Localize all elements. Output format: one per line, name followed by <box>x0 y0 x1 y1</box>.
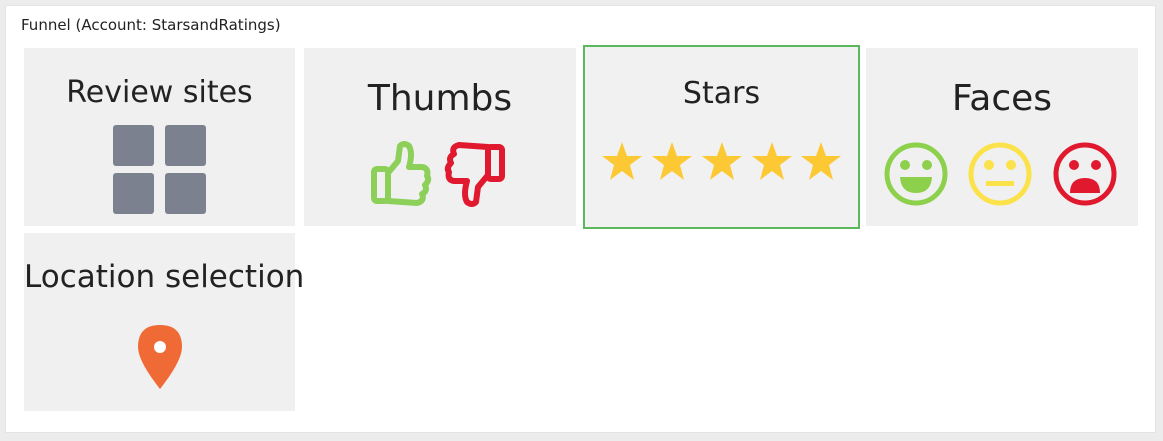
panel-title: Funnel (Account: StarsandRatings) <box>21 16 281 34</box>
happy-face-icon <box>884 142 948 206</box>
tile-label-location-selection: Location selection <box>24 259 305 295</box>
star-icon <box>652 142 692 180</box>
tile-label-review-sites: Review sites <box>66 75 253 110</box>
grid-icon <box>113 125 206 214</box>
thumbs-up-icon <box>371 141 432 206</box>
funnel-panel: Funnel (Account: StarsandRatings) Review… <box>5 5 1156 433</box>
tile-label-thumbs: Thumbs <box>367 78 513 119</box>
tile-label-faces: Faces <box>951 78 1053 119</box>
tile-location-selection[interactable]: Location selection <box>24 233 305 411</box>
star-icon <box>702 142 742 180</box>
tile-faces[interactable]: Faces <box>866 48 1138 226</box>
tile-thumbs[interactable]: Thumbs <box>304 48 576 226</box>
star-icon <box>752 142 792 180</box>
map-pin-icon <box>138 325 182 389</box>
neutral-face-icon <box>968 142 1032 206</box>
tile-stars[interactable]: Stars <box>583 45 860 229</box>
tile-label-stars: Stars <box>682 76 761 111</box>
sad-face-icon <box>1053 142 1117 206</box>
star-icon <box>602 142 642 180</box>
tile-review-sites[interactable]: Review sites <box>24 48 295 226</box>
star-icon <box>801 142 841 180</box>
stars-icon <box>602 142 841 180</box>
thumbs-down-icon <box>444 142 505 207</box>
